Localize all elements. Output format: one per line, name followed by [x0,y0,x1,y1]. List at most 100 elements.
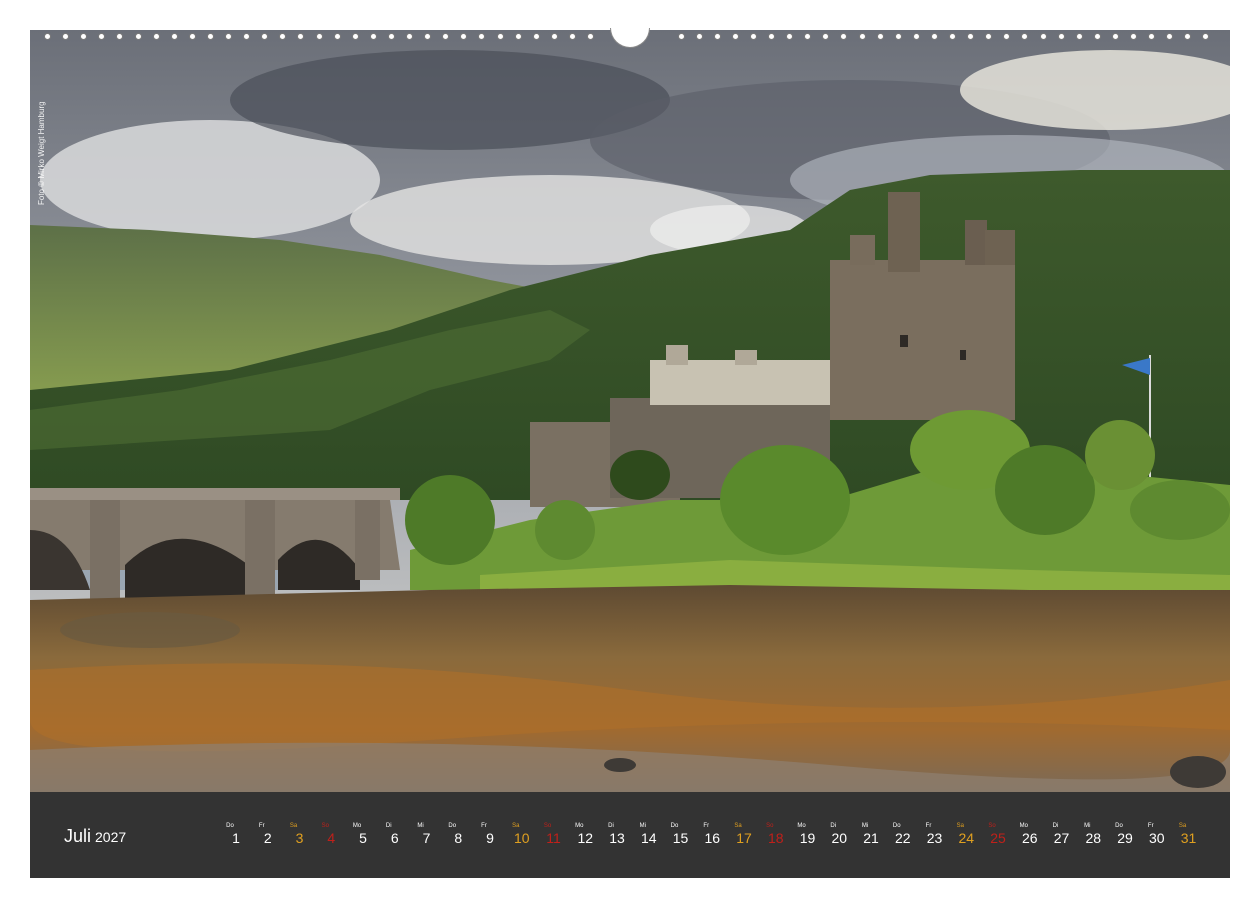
weekday-label: Do [1115,823,1123,829]
binding-hole [1075,33,1083,40]
day-number: 9 [486,830,494,846]
binding-hole [695,33,703,40]
weekday-label: So [543,823,552,829]
binding-hole [170,33,178,40]
weekday-label: Sa [956,823,964,829]
binding-hole [387,33,395,40]
weekday-label: Do [892,823,901,829]
day-number: 11 [546,830,561,846]
weekday-label: Di [608,823,614,829]
binding-hole [930,33,938,40]
day-number: 6 [390,830,399,846]
binding-hole [713,33,721,40]
binding-hole [768,33,775,40]
binding-hole [460,33,468,40]
weekday-label: Do [448,823,457,829]
binding-hole [1184,33,1192,40]
binding-hole [1111,33,1119,40]
day-number: 12 [577,830,594,846]
binding-hole [297,33,305,40]
castle-landscape-image [30,30,1230,792]
binding-hole [261,33,269,40]
day-number: 20 [831,830,848,846]
binding-hole [80,33,88,40]
binding-hole [804,33,812,40]
binding-hole [822,33,830,40]
day-number: 2 [263,830,272,846]
day-number: 15 [672,830,689,846]
binding-hole [152,33,160,40]
binding-hole [894,33,902,40]
weekday-label: Mo [797,823,806,829]
day-number: 18 [767,830,784,846]
day-number: 8 [454,830,463,846]
day-number: 17 [736,830,752,846]
day-number: 14 [640,830,657,846]
day-number: 10 [513,830,530,846]
binding-hole [225,33,232,40]
day-number: 26 [1021,830,1038,846]
binding-hole [985,33,993,40]
binding-hole [568,33,576,40]
weekday-label: Mi [639,823,646,829]
binding-hole [786,33,794,40]
binding-hole [514,33,522,40]
binding-hole [333,33,341,40]
day-number: 5 [359,830,367,846]
weekday-label: Sa [734,823,742,829]
binding-hole [1039,33,1047,40]
month-name: Juli [64,826,92,846]
day-number: 16 [704,830,721,846]
weekday-label: Mi [861,823,869,829]
binding-hole [1202,33,1210,40]
weekday-label: Fr [1147,823,1154,829]
day-number: 28 [1085,830,1102,846]
binding-hole [315,33,323,40]
day-number: 31 [1180,830,1197,846]
weekday-label: Sa [1178,823,1187,829]
weekday-label: Fr [703,823,710,829]
binding-hole [116,33,124,40]
binding-hole [1130,33,1137,40]
binding-hole [496,33,504,40]
binding-hole [424,33,432,40]
binding-hole [532,33,540,40]
day-number: 7 [422,830,431,846]
day-number: 22 [894,830,911,846]
binding-hole [731,33,739,40]
weekday-label: Sa [289,823,298,829]
binding-hole [876,33,884,40]
weekday-label: Fr [481,823,487,829]
binding-hole [44,33,51,40]
landscape-photo [30,30,1230,792]
binding-hole [840,33,848,40]
binding-hole [188,33,196,40]
binding-hole [351,33,359,40]
binding-hole [98,33,106,40]
day-number: 19 [799,830,816,846]
binding-hole [949,33,956,40]
binding-hole [677,33,685,40]
binding-hole [62,33,70,40]
binding-hole [406,33,413,40]
year-label: 2027 [95,829,127,845]
weekday-label: Di [385,823,392,829]
binding-hole [369,33,377,40]
binding-hole [134,33,142,40]
binding-hole [1166,33,1174,40]
binding-hole [478,33,486,40]
binding-hole [1093,33,1101,40]
weekday-label: So [988,823,996,829]
day-number: 4 [327,830,336,846]
binding-hole [206,33,214,40]
day-number: 30 [1148,830,1165,846]
photo-credit: Foto © Mirko Weigt Hamburg [37,101,46,205]
day-number: 23 [926,830,943,846]
weekday-label: Sa [512,823,520,829]
day-number: 27 [1053,830,1070,846]
day-number: 29 [1117,830,1133,846]
weekday-label: Mi [417,823,424,829]
weekday-label: Di [1052,823,1059,829]
calendar-day: Sa 31 [1174,822,1204,846]
binding-hole [749,33,757,40]
